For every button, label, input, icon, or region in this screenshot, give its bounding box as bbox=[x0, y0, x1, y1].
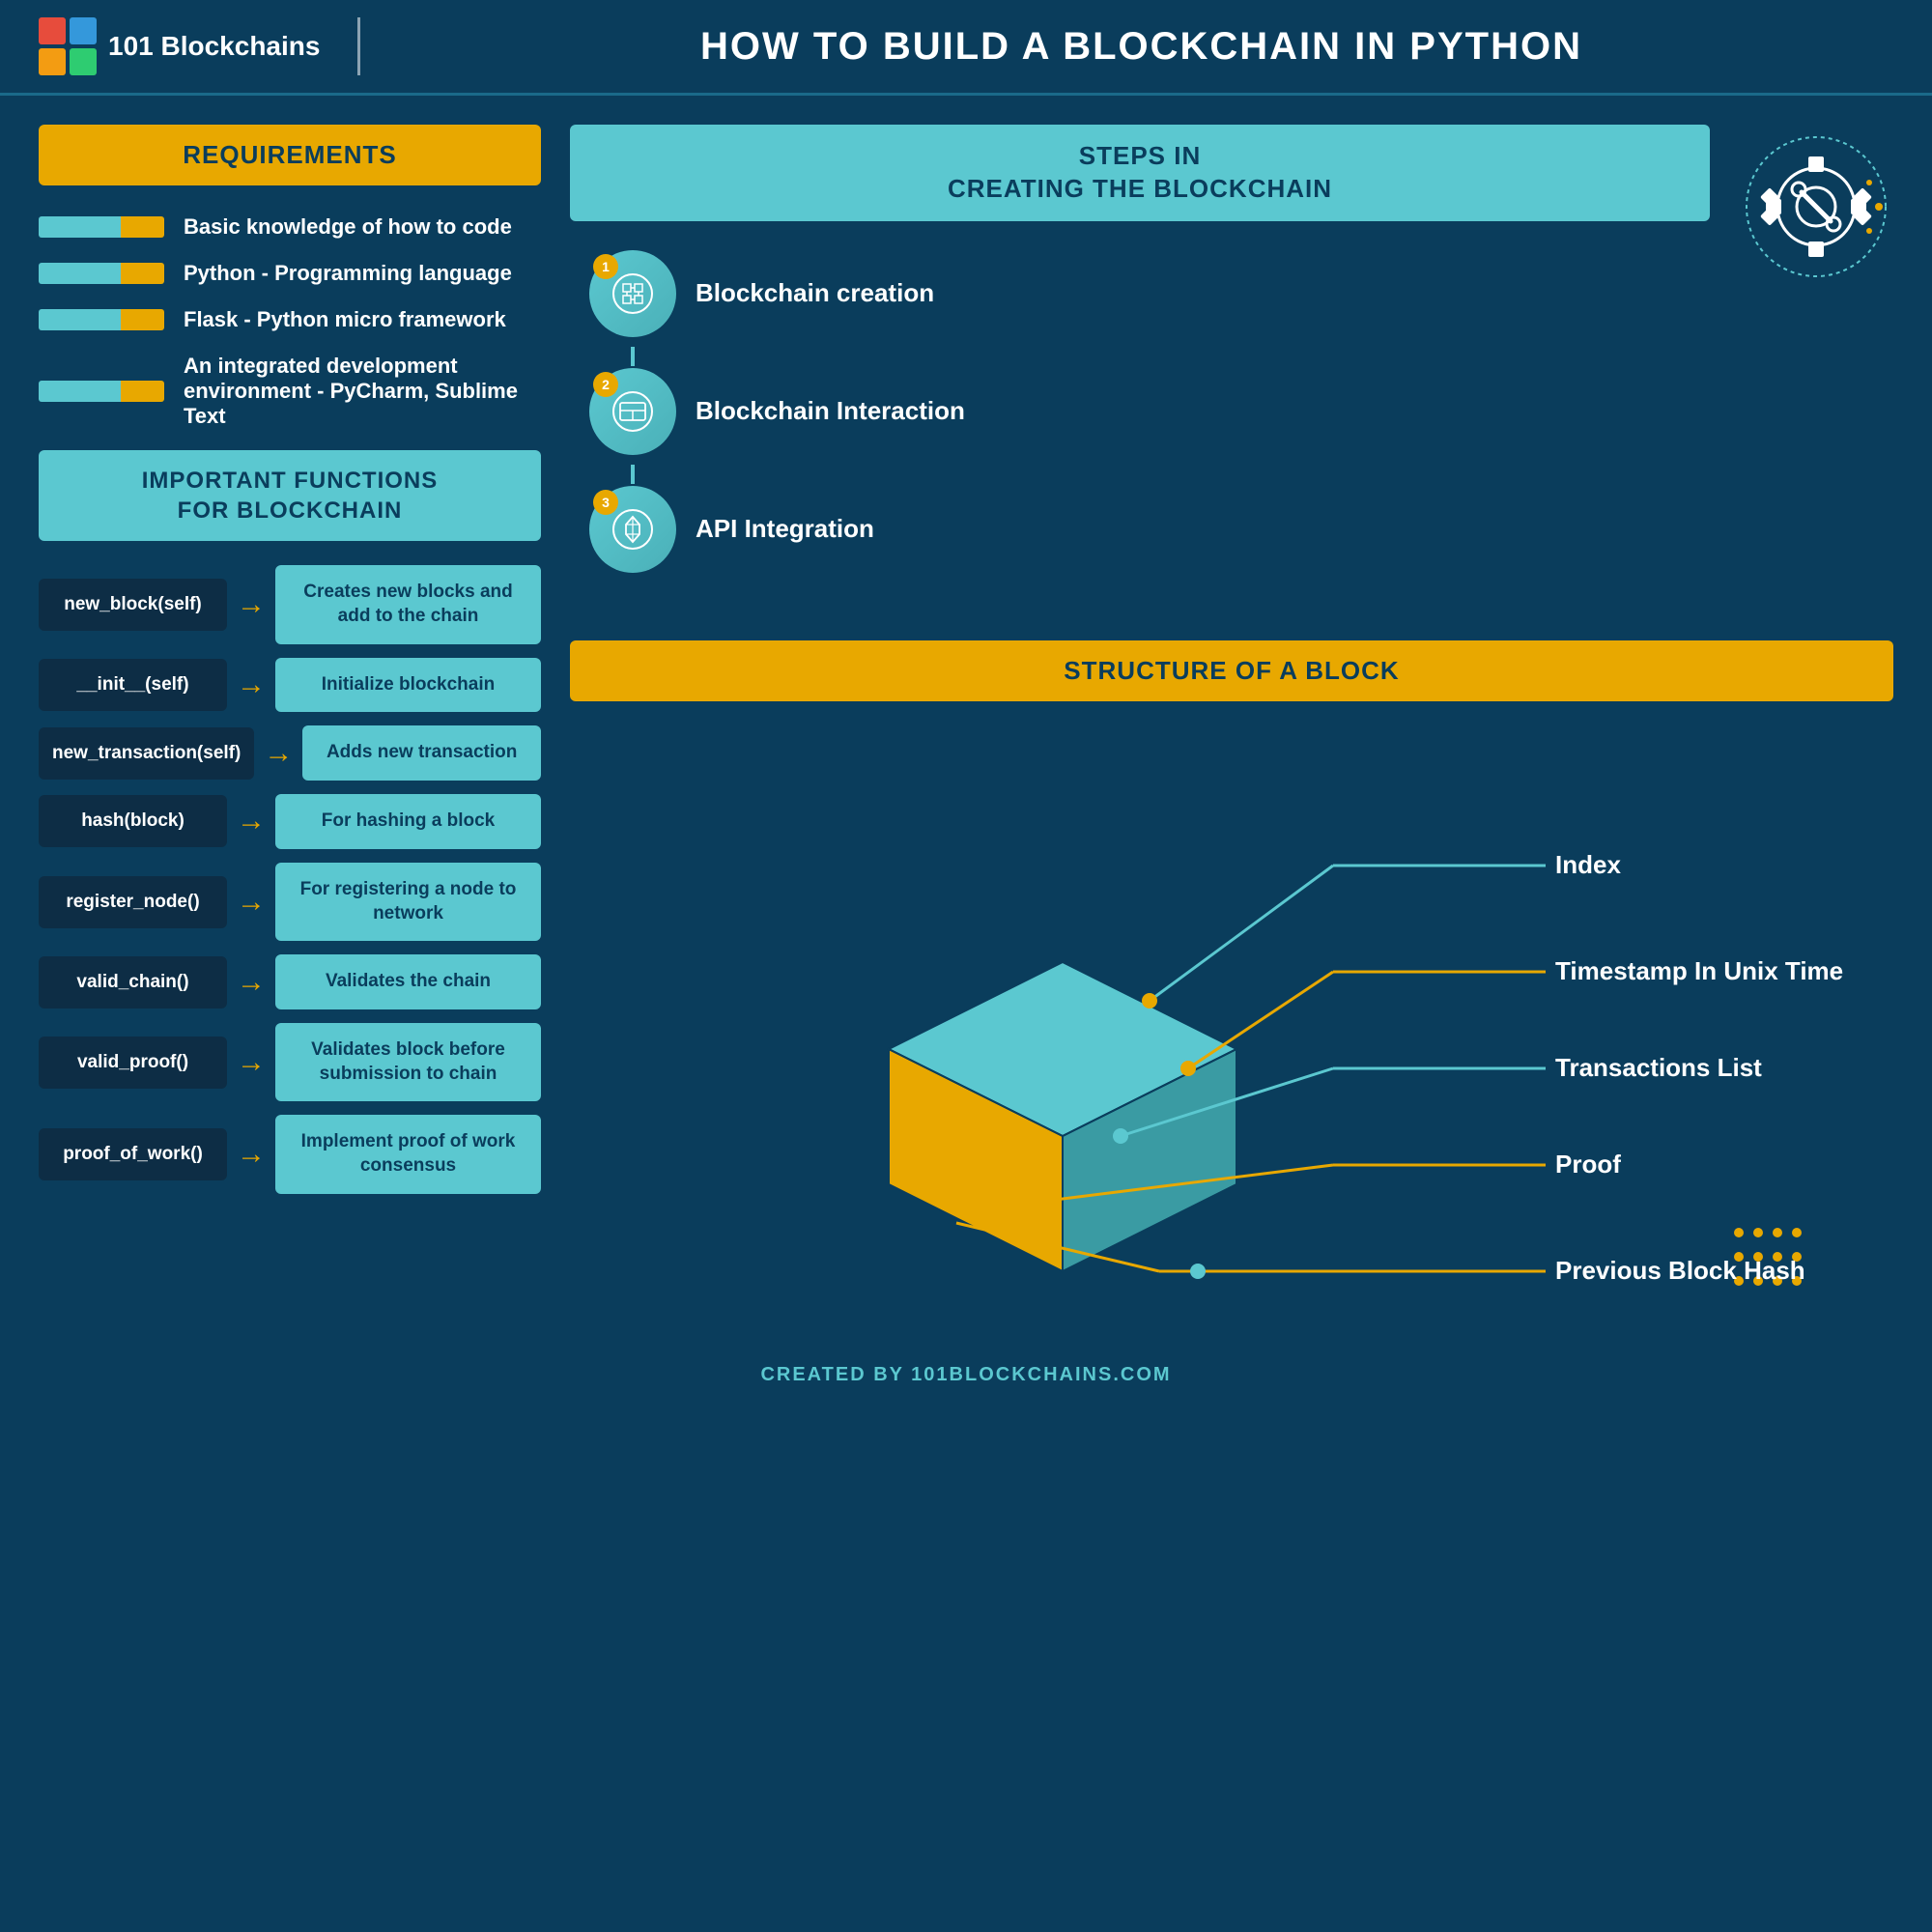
req-bar-3 bbox=[39, 309, 164, 330]
step-circle-2: 3 bbox=[589, 486, 676, 573]
func-name-6: valid_proof() bbox=[39, 1037, 227, 1089]
logo-area: 101 Blockchains bbox=[39, 17, 328, 75]
arrow-6: → bbox=[237, 1046, 266, 1079]
right-top-row: STEPS IN CREATING THE BLOCKCHAIN 1 bbox=[570, 125, 1893, 621]
func-item-6: valid_proof() → Validates block before s… bbox=[39, 1023, 541, 1101]
func-item-3: hash(block) → For hashing a block bbox=[39, 794, 541, 849]
page-title: HOW TO BUILD A BLOCKCHAIN IN PYTHON bbox=[389, 25, 1893, 69]
block-diagram-svg: Index Timestamp In Unix Time Transaction… bbox=[570, 721, 1893, 1320]
func-name-0: new_block(self) bbox=[39, 579, 227, 631]
step-icon-0 bbox=[609, 270, 657, 318]
step-icon-2 bbox=[609, 505, 657, 554]
func-name-2: new_transaction(self) bbox=[39, 727, 254, 780]
step-num-1: 2 bbox=[593, 372, 618, 397]
arrow-5: → bbox=[237, 966, 266, 999]
functions-list: new_block(self) → Creates new blocks and… bbox=[39, 565, 541, 1193]
footer-text: CREATED BY 101BLOCKCHAINS.COM bbox=[760, 1364, 1171, 1385]
func-name-4: register_node() bbox=[39, 876, 227, 928]
step-label-2: API Integration bbox=[696, 514, 874, 544]
func-name-1: __init__(self) bbox=[39, 659, 227, 711]
arrow-1: → bbox=[237, 668, 266, 701]
label-prev-hash: Previous Block Hash bbox=[1555, 1256, 1805, 1285]
label-transactions: Transactions List bbox=[1555, 1053, 1762, 1082]
func-item-7: proof_of_work() → Implement proof of wor… bbox=[39, 1115, 541, 1193]
main-content: REQUIREMENTS Basic knowledge of how to c… bbox=[0, 96, 1932, 1349]
step-label-1: Blockchain Interaction bbox=[696, 396, 965, 426]
step-num-0: 1 bbox=[593, 254, 618, 279]
step-connector-1 bbox=[631, 465, 635, 484]
steps-header: STEPS IN CREATING THE BLOCKCHAIN bbox=[570, 125, 1710, 221]
functions-header: IMPORTANT FUNCTIONS FOR BLOCKCHAIN bbox=[39, 450, 541, 541]
func-desc-3: For hashing a block bbox=[275, 794, 541, 849]
steps-box: STEPS IN CREATING THE BLOCKCHAIN 1 bbox=[570, 125, 1710, 621]
func-item-2: new_transaction(self) → Adds new transac… bbox=[39, 725, 541, 781]
arrow-4: → bbox=[237, 886, 266, 919]
step-num-2: 3 bbox=[593, 490, 618, 515]
step-connector-0 bbox=[631, 347, 635, 366]
requirements-list: Basic knowledge of how to code Python - … bbox=[39, 214, 541, 429]
req-text-1: Basic knowledge of how to code bbox=[184, 214, 512, 240]
req-text-3: Flask - Python micro framework bbox=[184, 307, 506, 332]
logo-text: 101 Blockchains bbox=[108, 31, 320, 62]
req-item-3: Flask - Python micro framework bbox=[39, 307, 541, 332]
steps-list: 1 bbox=[570, 250, 1710, 582]
func-desc-5: Validates the chain bbox=[275, 954, 541, 1009]
req-bar-1 bbox=[39, 216, 164, 238]
arrow-7: → bbox=[237, 1138, 266, 1171]
req-text-2: Python - Programming language bbox=[184, 261, 512, 286]
step-circle-1: 2 bbox=[589, 368, 676, 455]
right-column: STEPS IN CREATING THE BLOCKCHAIN 1 bbox=[570, 125, 1893, 1320]
func-desc-6: Validates block before submission to cha… bbox=[275, 1023, 541, 1101]
step-circle-0: 1 bbox=[589, 250, 676, 337]
func-desc-1: Initialize blockchain bbox=[275, 658, 541, 713]
label-proof: Proof bbox=[1555, 1150, 1621, 1179]
step-item-1: 2 Blockchain Interaction bbox=[589, 368, 1710, 455]
func-desc-4: For registering a node to network bbox=[275, 863, 541, 941]
arrow-2: → bbox=[264, 737, 293, 770]
func-name-5: valid_chain() bbox=[39, 956, 227, 1009]
gear-icon bbox=[1744, 134, 1889, 279]
left-column: REQUIREMENTS Basic knowledge of how to c… bbox=[39, 125, 541, 1320]
structure-header: STRUCTURE OF A BLOCK bbox=[570, 640, 1893, 701]
func-item-1: __init__(self) → Initialize blockchain bbox=[39, 658, 541, 713]
label-index: Index bbox=[1555, 850, 1621, 879]
func-desc-2: Adds new transaction bbox=[302, 725, 541, 781]
req-item-2: Python - Programming language bbox=[39, 261, 541, 286]
func-name-3: hash(block) bbox=[39, 795, 227, 847]
block-diagram: Index Timestamp In Unix Time Transaction… bbox=[570, 721, 1893, 1320]
func-item-0: new_block(self) → Creates new blocks and… bbox=[39, 565, 541, 643]
step-label-0: Blockchain creation bbox=[696, 278, 934, 308]
header: 101 Blockchains HOW TO BUILD A BLOCKCHAI… bbox=[0, 0, 1932, 96]
req-item-4: An integrated development environment - … bbox=[39, 354, 541, 429]
step-icon-1 bbox=[609, 387, 657, 436]
step-item-2: 3 API Integration bbox=[589, 486, 1710, 573]
func-item-4: register_node() → For registering a node… bbox=[39, 863, 541, 941]
func-desc-0: Creates new blocks and add to the chain bbox=[275, 565, 541, 643]
label-timestamp: Timestamp In Unix Time bbox=[1555, 956, 1843, 985]
logo-icon bbox=[39, 17, 97, 75]
func-name-7: proof_of_work() bbox=[39, 1128, 227, 1180]
step-item-0: 1 bbox=[589, 250, 1710, 337]
footer: CREATED BY 101BLOCKCHAINS.COM bbox=[0, 1349, 1932, 1402]
gear-icon-area bbox=[1739, 125, 1893, 621]
func-item-5: valid_chain() → Validates the chain bbox=[39, 954, 541, 1009]
arrow-0: → bbox=[237, 588, 266, 621]
requirements-header: REQUIREMENTS bbox=[39, 125, 541, 185]
req-bar-4 bbox=[39, 381, 164, 402]
req-text-4: An integrated development environment - … bbox=[184, 354, 541, 429]
req-bar-2 bbox=[39, 263, 164, 284]
req-item-1: Basic knowledge of how to code bbox=[39, 214, 541, 240]
arrow-3: → bbox=[237, 805, 266, 838]
func-desc-7: Implement proof of work consensus bbox=[275, 1115, 541, 1193]
header-divider bbox=[357, 17, 360, 75]
